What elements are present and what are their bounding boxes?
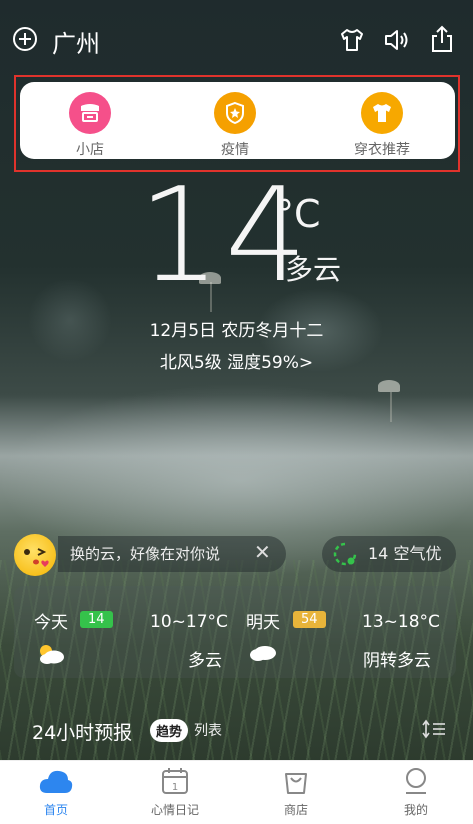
trend-tab[interactable]: 趋势 [150,718,189,742]
quick-link-outfit[interactable]: 穿衣推荐 [342,92,422,159]
sort-icon [422,719,445,739]
close-notice-button[interactable]: ✕ [254,540,271,564]
sort-button[interactable] [421,718,447,744]
weather-notice[interactable]: 换的云，好像在对你说 [58,536,286,572]
notice-text: 换的云，好像在对你说 [70,545,221,563]
quick-link-shop[interactable]: 小店 [50,92,130,159]
add-icon [13,27,37,51]
today-label: 今天 [34,613,68,633]
tomorrow-label: 明天 [246,613,280,633]
nav-label: 商店 [283,803,308,817]
quick-links-card: 小店 疫情 穿衣推荐 [20,82,455,159]
current-condition: 多云 [285,253,342,286]
tomorrow-condition: 阴转多云 [363,651,431,671]
outfit-button[interactable] [338,26,366,54]
calendar-date-number: 1 [172,782,178,793]
voice-broadcast-button[interactable] [382,26,412,54]
tomorrow-aqi-badge: 54 [293,611,326,628]
daily-forecast-card[interactable]: 今天 14 10~17°C 多云 明天 54 13~18°C 阴转多云 [14,586,456,678]
calendar-icon: 1 [162,768,188,794]
tshirt-icon [361,92,403,134]
nav-label: 心情日记 [150,803,199,817]
nav-mood-diary[interactable]: 1 心情日记 [135,767,215,818]
nav-label: 我的 [403,803,428,817]
list-tab[interactable]: 列表 [194,720,222,740]
temperature-unit: °C [275,192,321,236]
flower-stem [390,392,392,422]
tomorrow-temp-range: 13~18°C [362,612,440,632]
wind-humidity-link[interactable]: 北风5级 湿度59%> [0,348,473,373]
air-quality-button[interactable]: 14 空气优 [322,536,456,572]
bottom-nav: 首页 1 心情日记 商店 我的 [0,760,473,824]
nav-home[interactable]: 首页 [16,767,96,818]
hourly-forecast-title: 24小时预报 [32,722,133,744]
today-condition: 多云 [188,651,222,671]
add-city-button[interactable] [12,26,38,52]
share-icon [432,25,452,52]
nav-profile[interactable]: 我的 [376,767,456,818]
today-aqi-badge: 14 [80,611,113,628]
share-button[interactable] [428,24,456,54]
kiss-emoji-icon[interactable] [14,534,56,576]
shield-star-icon [214,92,256,134]
speaker-icon [385,30,408,50]
nav-shop[interactable]: 商店 [256,767,336,818]
user-icon [406,768,426,794]
flower-decoration [378,380,400,392]
bag-icon [285,773,307,794]
aqi-text: 14 空气优 [368,544,442,563]
quick-link-label: 穿衣推荐 [354,142,410,158]
cloud-icon [250,646,276,661]
quick-link-label: 小店 [76,142,104,158]
cloudy-sun-icon [40,645,64,664]
cloud-home-icon [39,770,73,793]
tshirt-icon [341,29,363,51]
city-name[interactable]: 广州 [52,24,100,59]
shop-icon [69,92,111,134]
today-temp-range: 10~17°C [150,612,228,632]
quick-link-label: 疫情 [221,142,249,158]
quick-link-epidemic[interactable]: 疫情 [195,92,275,159]
air-quality-icon [333,542,357,566]
date-lunar: 12月5日 农历冬月十二 [149,321,324,341]
nav-label: 首页 [43,803,68,817]
hourly-view-toggle: 趋势 列表 [150,718,222,742]
top-bar: 广州 [0,20,473,60]
